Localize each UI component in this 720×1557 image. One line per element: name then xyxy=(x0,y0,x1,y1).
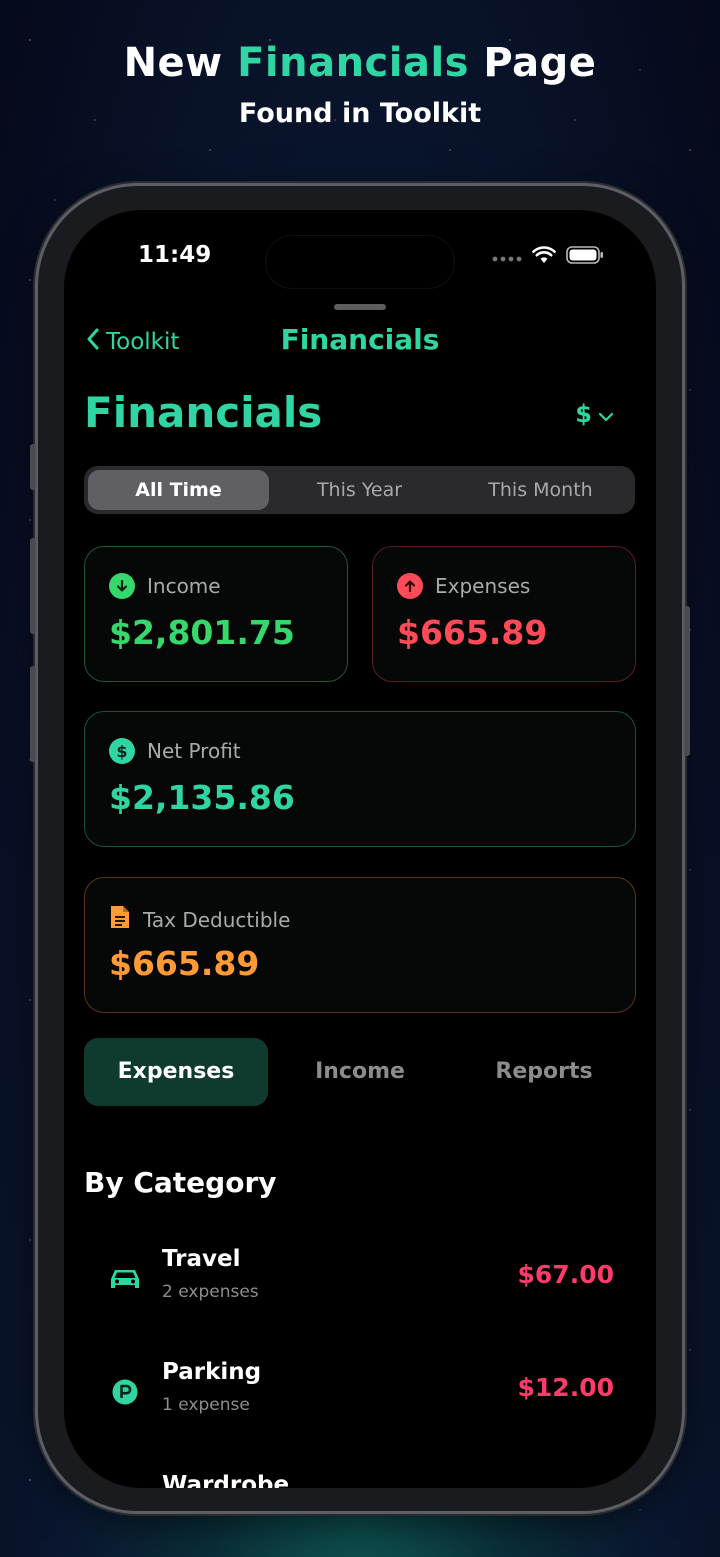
segment-this-year[interactable]: This Year xyxy=(269,470,450,510)
promo-title-start: New xyxy=(123,40,238,86)
category-amount: $12.00 xyxy=(517,1373,614,1402)
promo-title-end: Page xyxy=(468,40,597,86)
category-count: 1 expense xyxy=(162,1395,250,1415)
phone-frame: 11:49 Toolkit Financials Financials $ Al… xyxy=(30,186,690,1511)
nav-title: Financials xyxy=(280,323,440,356)
dynamic-island xyxy=(266,236,454,288)
segment-all-time[interactable]: All Time xyxy=(88,470,269,510)
category-row-travel[interactable]: Travel 2 expenses $67.00 xyxy=(84,1240,636,1320)
arrow-down-icon xyxy=(109,573,135,599)
period-segmented-control: All Time This Year This Month xyxy=(84,466,635,514)
car-icon xyxy=(108,1262,142,1296)
promo-title-accent: Financials xyxy=(237,40,469,86)
currency-selector[interactable]: $ xyxy=(575,400,614,428)
currency-symbol: $ xyxy=(575,400,592,428)
segment-this-month[interactable]: This Month xyxy=(450,470,631,510)
net-profit-card[interactable]: $ Net Profit $2,135.86 xyxy=(84,711,636,847)
by-category-title: By Category xyxy=(84,1166,277,1199)
parking-icon xyxy=(108,1375,142,1409)
financials-sheet: Toolkit Financials Financials $ All Time… xyxy=(64,290,656,1488)
phone-screen: 11:49 Toolkit Financials Financials $ Al… xyxy=(64,210,656,1488)
category-name: Parking xyxy=(162,1359,262,1385)
financials-tabs: Expenses Income Reports xyxy=(84,1038,636,1106)
expenses-label-row: Expenses xyxy=(397,573,530,599)
side-button-action xyxy=(30,444,36,490)
tax-deductible-label-row: Tax Deductible xyxy=(109,904,290,935)
category-amount: $67.00 xyxy=(517,1260,614,1289)
income-label-row: Income xyxy=(109,573,221,599)
promo-subtitle: Found in Toolkit xyxy=(238,98,482,129)
arrow-up-icon xyxy=(397,573,423,599)
tab-income[interactable]: Income xyxy=(268,1038,452,1106)
category-name: Wardrobe xyxy=(162,1472,290,1488)
income-amount: $2,801.75 xyxy=(109,613,295,652)
dollar-icon: $ xyxy=(109,738,135,764)
page-title: Financials xyxy=(84,388,323,437)
expenses-card[interactable]: Expenses $665.89 xyxy=(372,546,636,682)
battery-icon xyxy=(566,246,604,268)
tab-expenses[interactable]: Expenses xyxy=(84,1038,268,1106)
expenses-amount: $665.89 xyxy=(397,613,548,652)
tax-deductible-amount: $665.89 xyxy=(109,944,260,983)
tab-reports[interactable]: Reports xyxy=(452,1038,636,1106)
income-card[interactable]: Income $2,801.75 xyxy=(84,546,348,682)
side-button-volume-down xyxy=(30,666,36,762)
tax-deductible-card[interactable]: Tax Deductible $665.89 xyxy=(84,877,636,1013)
income-label: Income xyxy=(147,574,221,598)
side-button-volume-up xyxy=(30,538,36,634)
net-profit-amount: $2,135.86 xyxy=(109,778,295,817)
side-button-power xyxy=(684,606,690,756)
tax-deductible-label: Tax Deductible xyxy=(143,907,291,932)
net-profit-label-row: $ Net Profit xyxy=(109,738,241,764)
promo-title: New Financials Page xyxy=(0,40,720,86)
document-icon xyxy=(109,904,131,935)
expenses-label: Expenses xyxy=(435,574,531,598)
net-profit-label: Net Profit xyxy=(147,739,241,763)
category-name: Travel xyxy=(162,1246,241,1272)
category-row-wardrobe[interactable]: Wardrobe xyxy=(84,1466,636,1488)
chevron-down-icon xyxy=(598,400,614,428)
category-count: 2 expenses xyxy=(162,1282,259,1302)
category-row-parking[interactable]: Parking 1 expense $12.00 xyxy=(84,1353,636,1433)
status-icons xyxy=(492,246,604,268)
wifi-icon xyxy=(532,246,556,268)
status-bar: 11:49 xyxy=(64,236,656,288)
status-time: 11:49 xyxy=(138,242,212,268)
signal-icon xyxy=(492,248,522,267)
sheet-grabber[interactable] xyxy=(334,304,386,310)
